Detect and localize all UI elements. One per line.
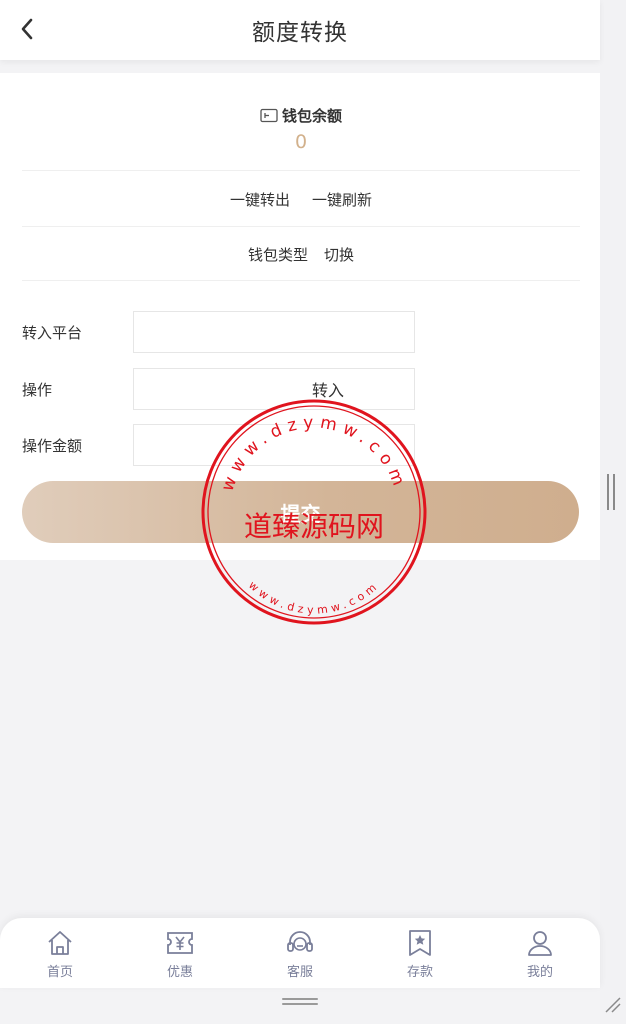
platform-row: 转入平台 [22,311,442,353]
nav-label-offers: 优惠 [166,965,193,980]
headset-icon [287,931,313,952]
nav-label-deposit: 存款 [406,965,433,980]
nav-label-home: 首页 [46,965,73,980]
wallet-type-row: 钱包类型 切换 [22,228,580,281]
nav-label-service: 客服 [286,965,313,980]
amount-input[interactable] [133,424,415,466]
transfer-card: 钱包余额 0 一键转出 一键刷新 钱包类型 切换 转入平台 操作 转入 操作金额… [0,73,600,560]
quick-actions-row: 一键转出 一键刷新 [22,172,580,227]
switch-wallet-type-button[interactable]: 切换 [324,244,354,265]
platform-label: 转入平台 [22,324,83,342]
home-indicator [282,998,318,1005]
operation-select[interactable]: 转入 [133,368,415,410]
nav-item-offers[interactable]: 优惠 [120,918,240,988]
refresh-all-button[interactable]: 一键刷新 [312,189,372,210]
top-bar: 额度转换 [0,0,600,60]
nav-item-mine[interactable]: 我的 [480,918,600,988]
operation-value: 转入 [311,381,344,400]
page-title: 额度转换 [252,20,348,46]
coupon-icon [167,932,193,954]
nav-item-deposit[interactable]: 存款 [360,918,480,988]
back-button[interactable] [12,14,42,44]
operation-row: 操作 转入 [22,368,442,410]
platform-input[interactable] [133,311,415,353]
nav-label-mine: 我的 [526,965,553,980]
wallet-balance-value: 0 [294,131,308,153]
deposit-icon [409,930,431,956]
wallet-icon [260,108,278,123]
user-icon [528,931,552,956]
chevron-left-icon [21,18,33,40]
submit-button[interactable]: 提交 [22,481,579,543]
wallet-label: 钱包余额 [281,107,342,125]
wallet-type-label: 钱包类型 [247,245,308,264]
app-screen: 额度转换 钱包余额 0 一键转出 一键刷新 钱包类型 切换 转入平台 操作 转入… [0,0,600,1024]
amount-label: 操作金额 [22,437,83,455]
operation-label: 操作 [22,381,53,399]
nav-item-service[interactable]: 客服 [240,918,360,988]
bottom-nav: 首页 优惠 客服 存款 我的 [0,918,600,988]
wallet-balance-section: 钱包余额 0 [22,73,580,171]
nav-item-home[interactable]: 首页 [0,918,120,988]
side-drag-handle[interactable] [607,474,615,510]
amount-row: 操作金额 [22,424,442,466]
wallet-label-row: 钱包余额 [22,105,580,126]
home-icon [48,931,72,955]
stamp-ring-bottom-text: www.dzymw.com [246,579,382,617]
resize-grip-icon[interactable] [602,994,622,1014]
transfer-out-all-button[interactable]: 一键转出 [230,189,290,210]
